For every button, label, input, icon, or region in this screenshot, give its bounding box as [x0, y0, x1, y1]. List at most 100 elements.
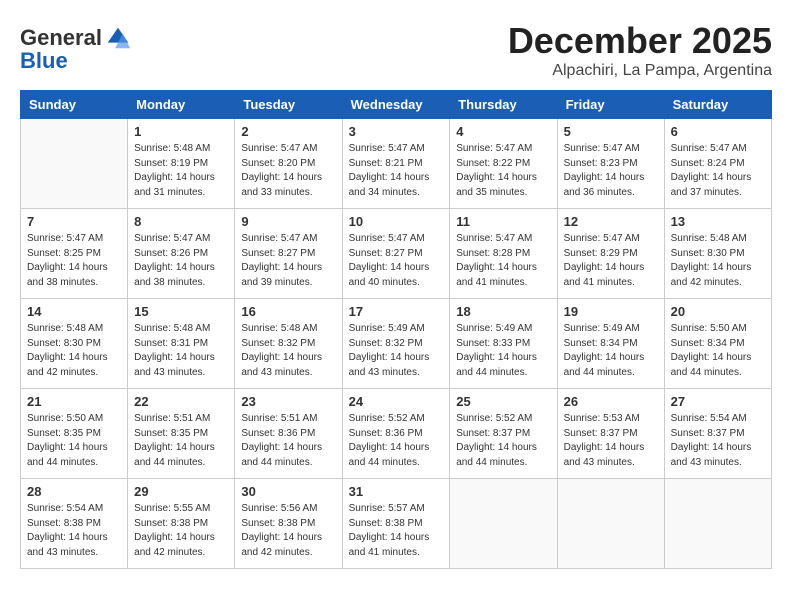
calendar-cell: 20 Sunrise: 5:50 AMSunset: 8:34 PMDayligh…	[664, 299, 771, 389]
day-info: Sunrise: 5:56 AMSunset: 8:38 PMDaylight:…	[241, 502, 335, 560]
calendar-cell: 28 Sunrise: 5:54 AMSunset: 8:38 PMDayligh…	[21, 479, 128, 569]
week-row-3: 14 Sunrise: 5:48 AMSunset: 8:30 PMDayligh…	[21, 299, 772, 389]
day-number: 14	[27, 304, 121, 319]
day-info: Sunrise: 5:51 AMSunset: 8:36 PMDaylight:…	[241, 412, 335, 470]
calendar-cell: 11Sunrise: 5:47 AMSunset: 8:28 PMDayligh…	[450, 209, 557, 299]
col-header-sunday: Sunday	[21, 91, 128, 119]
day-info: Sunrise: 5:47 AMSunset: 8:20 PMDaylight:…	[241, 142, 335, 200]
day-info: Sunrise: 5:47 AMSunset: 8:27 PMDaylight:…	[241, 232, 335, 290]
calendar-cell: 7Sunrise: 5:47 AMSunset: 8:25 PMDaylight…	[21, 209, 128, 299]
day-info: Sunrise: 5:50 AMSunset: 8:34 PMDaylight:…	[671, 322, 765, 380]
col-header-monday: Monday	[128, 91, 235, 119]
day-info: Sunrise: 5:48 AMSunset: 8:31 PMDaylight:…	[134, 322, 228, 380]
calendar-cell: 9 Sunrise: 5:47 AMSunset: 8:27 PMDaylight…	[235, 209, 342, 299]
day-info: Sunrise: 5:49 AMSunset: 8:34 PMDaylight:…	[564, 322, 658, 380]
calendar-cell: 13Sunrise: 5:48 AMSunset: 8:30 PMDayligh…	[664, 209, 771, 299]
day-number: 22	[134, 394, 228, 409]
week-row-1: 1 Sunrise: 5:48 AMSunset: 8:19 PMDaylight…	[21, 119, 772, 209]
day-info: Sunrise: 5:47 AMSunset: 8:21 PMDaylight:…	[349, 142, 444, 200]
calendar-cell: 27Sunrise: 5:54 AMSunset: 8:37 PMDayligh…	[664, 389, 771, 479]
page-title: December 2025	[508, 20, 772, 62]
calendar-cell	[450, 479, 557, 569]
col-header-friday: Friday	[557, 91, 664, 119]
day-info: Sunrise: 5:48 AMSunset: 8:30 PMDaylight:…	[27, 322, 121, 380]
calendar-cell: 1 Sunrise: 5:48 AMSunset: 8:19 PMDaylight…	[128, 119, 235, 209]
day-info: Sunrise: 5:47 AMSunset: 8:23 PMDaylight:…	[564, 142, 658, 200]
logo-icon	[104, 24, 132, 52]
day-number: 10	[349, 214, 444, 229]
day-info: Sunrise: 5:49 AMSunset: 8:32 PMDaylight:…	[349, 322, 444, 380]
day-number: 15	[134, 304, 228, 319]
day-number: 25	[456, 394, 550, 409]
calendar-cell	[557, 479, 664, 569]
calendar-cell: 25 Sunrise: 5:52 AMSunset: 8:37 PMDayligh…	[450, 389, 557, 479]
day-number: 17	[349, 304, 444, 319]
calendar-cell: 2Sunrise: 5:47 AMSunset: 8:20 PMDaylight…	[235, 119, 342, 209]
day-info: Sunrise: 5:47 AMSunset: 8:24 PMDaylight:…	[671, 142, 765, 200]
calendar-cell: 22 Sunrise: 5:51 AMSunset: 8:35 PMDayligh…	[128, 389, 235, 479]
day-info: Sunrise: 5:47 AMSunset: 8:27 PMDaylight:…	[349, 232, 444, 290]
day-number: 6	[671, 124, 765, 139]
calendar-cell: 8Sunrise: 5:47 AMSunset: 8:26 PMDaylight…	[128, 209, 235, 299]
col-header-tuesday: Tuesday	[235, 91, 342, 119]
day-number: 30	[241, 484, 335, 499]
day-info: Sunrise: 5:47 AMSunset: 8:22 PMDaylight:…	[456, 142, 550, 200]
day-info: Sunrise: 5:51 AMSunset: 8:35 PMDaylight:…	[134, 412, 228, 470]
day-number: 9	[241, 214, 335, 229]
calendar-cell: 16Sunrise: 5:48 AMSunset: 8:32 PMDayligh…	[235, 299, 342, 389]
calendar-cell: 3 Sunrise: 5:47 AMSunset: 8:21 PMDaylight…	[342, 119, 450, 209]
day-info: Sunrise: 5:57 AMSunset: 8:38 PMDaylight:…	[349, 502, 444, 560]
col-header-wednesday: Wednesday	[342, 91, 450, 119]
week-row-5: 28 Sunrise: 5:54 AMSunset: 8:38 PMDayligh…	[21, 479, 772, 569]
day-number: 31	[349, 484, 444, 499]
calendar-cell: 10 Sunrise: 5:47 AMSunset: 8:27 PMDayligh…	[342, 209, 450, 299]
day-number: 27	[671, 394, 765, 409]
day-number: 28	[27, 484, 121, 499]
day-info: Sunrise: 5:48 AMSunset: 8:32 PMDaylight:…	[241, 322, 335, 380]
day-number: 24	[349, 394, 444, 409]
day-number: 12	[564, 214, 658, 229]
calendar-cell: 19Sunrise: 5:49 AMSunset: 8:34 PMDayligh…	[557, 299, 664, 389]
day-info: Sunrise: 5:53 AMSunset: 8:37 PMDaylight:…	[564, 412, 658, 470]
calendar-header-row: SundayMondayTuesdayWednesdayThursdayFrid…	[21, 91, 772, 119]
day-number: 4	[456, 124, 550, 139]
day-number: 20	[671, 304, 765, 319]
day-info: Sunrise: 5:50 AMSunset: 8:35 PMDaylight:…	[27, 412, 121, 470]
calendar-cell: 6 Sunrise: 5:47 AMSunset: 8:24 PMDaylight…	[664, 119, 771, 209]
calendar-cell: 5 Sunrise: 5:47 AMSunset: 8:23 PMDaylight…	[557, 119, 664, 209]
day-number: 29	[134, 484, 228, 499]
day-number: 3	[349, 124, 444, 139]
calendar-cell: 21Sunrise: 5:50 AMSunset: 8:35 PMDayligh…	[21, 389, 128, 479]
day-number: 8	[134, 214, 228, 229]
day-info: Sunrise: 5:47 AMSunset: 8:29 PMDaylight:…	[564, 232, 658, 290]
col-header-thursday: Thursday	[450, 91, 557, 119]
week-row-2: 7Sunrise: 5:47 AMSunset: 8:25 PMDaylight…	[21, 209, 772, 299]
calendar-cell: 14 Sunrise: 5:48 AMSunset: 8:30 PMDayligh…	[21, 299, 128, 389]
day-number: 11	[456, 214, 550, 229]
day-info: Sunrise: 5:54 AMSunset: 8:38 PMDaylight:…	[27, 502, 121, 560]
col-header-saturday: Saturday	[664, 91, 771, 119]
page-header: General Blue December 2025 Alpachiri, La…	[20, 20, 772, 80]
calendar-cell	[21, 119, 128, 209]
calendar-cell: 31 Sunrise: 5:57 AMSunset: 8:38 PMDayligh…	[342, 479, 450, 569]
calendar-cell: 30 Sunrise: 5:56 AMSunset: 8:38 PMDayligh…	[235, 479, 342, 569]
calendar-cell: 29Sunrise: 5:55 AMSunset: 8:38 PMDayligh…	[128, 479, 235, 569]
title-block: December 2025 Alpachiri, La Pampa, Argen…	[508, 20, 772, 80]
day-number: 1	[134, 124, 228, 139]
day-number: 26	[564, 394, 658, 409]
calendar-cell: 17 Sunrise: 5:49 AMSunset: 8:32 PMDayligh…	[342, 299, 450, 389]
calendar-cell	[664, 479, 771, 569]
day-info: Sunrise: 5:52 AMSunset: 8:36 PMDaylight:…	[349, 412, 444, 470]
page-subtitle: Alpachiri, La Pampa, Argentina	[508, 62, 772, 80]
week-row-4: 21Sunrise: 5:50 AMSunset: 8:35 PMDayligh…	[21, 389, 772, 479]
calendar-cell: 18Sunrise: 5:49 AMSunset: 8:33 PMDayligh…	[450, 299, 557, 389]
day-info: Sunrise: 5:49 AMSunset: 8:33 PMDaylight:…	[456, 322, 550, 380]
calendar-cell: 4 Sunrise: 5:47 AMSunset: 8:22 PMDaylight…	[450, 119, 557, 209]
day-info: Sunrise: 5:47 AMSunset: 8:25 PMDaylight:…	[27, 232, 121, 290]
day-number: 13	[671, 214, 765, 229]
calendar-cell: 24 Sunrise: 5:52 AMSunset: 8:36 PMDayligh…	[342, 389, 450, 479]
day-info: Sunrise: 5:52 AMSunset: 8:37 PMDaylight:…	[456, 412, 550, 470]
day-info: Sunrise: 5:48 AMSunset: 8:19 PMDaylight:…	[134, 142, 228, 200]
day-number: 5	[564, 124, 658, 139]
calendar-cell: 26 Sunrise: 5:53 AMSunset: 8:37 PMDayligh…	[557, 389, 664, 479]
